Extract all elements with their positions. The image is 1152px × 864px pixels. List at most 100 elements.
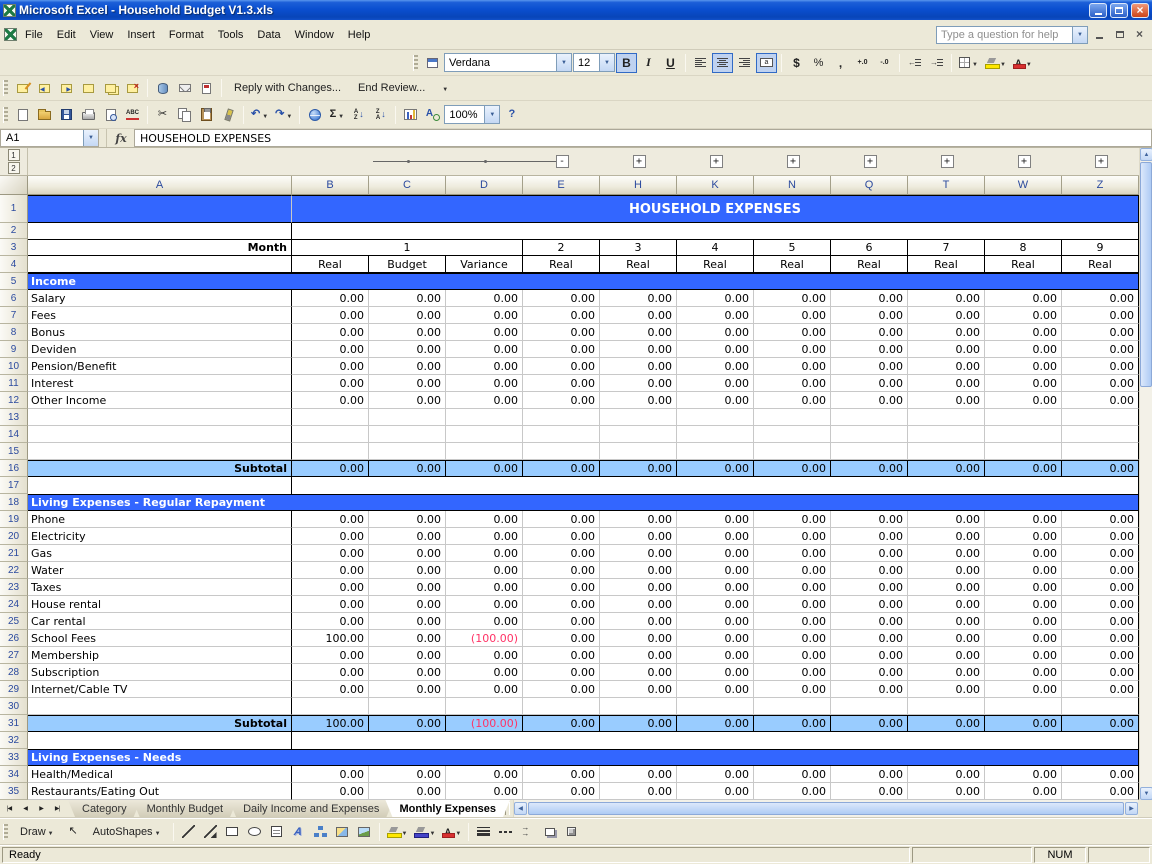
cell-C23[interactable]: 0.00 [369,579,446,596]
month-cell[interactable]: 3 [600,239,677,256]
column-header-K[interactable]: K [677,176,754,195]
cell-N12[interactable]: 0.00 [754,392,831,409]
italic-button[interactable]: I [638,53,659,73]
cell-Q34[interactable]: 0.00 [831,766,908,783]
cell-T15[interactable] [908,443,985,460]
vertical-scroll-track[interactable] [1140,161,1152,787]
cell-B34[interactable]: 0.00 [292,766,369,783]
cell-T8[interactable]: 0.00 [908,324,985,341]
cell-K29[interactable]: 0.00 [677,681,754,698]
borders-button[interactable] [956,53,981,73]
cell-Q15[interactable] [831,443,908,460]
cell-H12[interactable]: 0.00 [600,392,677,409]
cell-B12[interactable]: 0.00 [292,392,369,409]
cell-D14[interactable] [446,426,523,443]
cell-B26[interactable]: 100.00 [292,630,369,647]
cell[interactable] [292,477,1139,494]
cell-E10[interactable]: 0.00 [523,358,600,375]
help-button[interactable]: ? [501,105,522,125]
cell-N35[interactable]: 0.00 [754,783,831,800]
cell-D8[interactable]: 0.00 [446,324,523,341]
cell-Q27[interactable]: 0.00 [831,647,908,664]
cell-B30[interactable] [292,698,369,715]
cell-K12[interactable]: 0.00 [677,392,754,409]
menu-tools[interactable]: Tools [211,25,251,45]
cell-E26[interactable]: 0.00 [523,630,600,647]
cell-D11[interactable]: 0.00 [446,375,523,392]
cell-N34[interactable]: 0.00 [754,766,831,783]
cell-D24[interactable]: 0.00 [446,596,523,613]
chevron-down-icon[interactable] [454,826,461,838]
cell-C29[interactable]: 0.00 [369,681,446,698]
cell-E15[interactable] [523,443,600,460]
cell-Z26[interactable]: 0.00 [1062,630,1139,647]
cell-N23[interactable]: 0.00 [754,579,831,596]
cell-Z12[interactable]: 0.00 [1062,392,1139,409]
scroll-left-button[interactable] [514,802,528,815]
increase-decimal-button[interactable]: +.0 [852,53,873,73]
cell-Z13[interactable] [1062,409,1139,426]
cell-N19[interactable]: 0.00 [754,511,831,528]
column-header-N[interactable]: N [754,176,831,195]
cell-B23[interactable]: 0.00 [292,579,369,596]
chevron-down-icon[interactable] [83,130,98,146]
expand-group-button[interactable]: + [863,155,877,168]
cell-Q30[interactable] [831,698,908,715]
cell-E34[interactable]: 0.00 [523,766,600,783]
cell-H27[interactable]: 0.00 [600,647,677,664]
cell-E13[interactable] [523,409,600,426]
row-label-cell[interactable]: Fees [28,307,292,324]
cell[interactable] [292,223,1139,239]
cell-E12[interactable]: 0.00 [523,392,600,409]
new-workbook-button[interactable] [12,105,33,125]
shape-font-color-button[interactable] [439,822,464,842]
cell-T7[interactable]: 0.00 [908,307,985,324]
cell-Z21[interactable]: 0.00 [1062,545,1139,562]
cell-D15[interactable] [446,443,523,460]
chevron-down-icon[interactable] [1072,26,1087,43]
reply-with-changes-button[interactable]: Reply with Changes... [226,78,349,98]
row-header-34[interactable]: 34 [0,766,28,783]
cell-N29[interactable]: 0.00 [754,681,831,698]
cell-B19[interactable]: 0.00 [292,511,369,528]
cell-C13[interactable] [369,409,446,426]
drawing-toggle-button[interactable] [422,105,443,125]
cell-Q29[interactable]: 0.00 [831,681,908,698]
cell-D10[interactable]: 0.00 [446,358,523,375]
send-mail-button[interactable] [174,78,195,98]
cut-button[interactable]: ✂ [152,105,173,125]
cell-K11[interactable]: 0.00 [677,375,754,392]
cell-W24[interactable]: 0.00 [985,596,1062,613]
cell-D12[interactable]: 0.00 [446,392,523,409]
cell-W7[interactable]: 0.00 [985,307,1062,324]
row-label-cell[interactable]: House rental [28,596,292,613]
cell-E7[interactable]: 0.00 [523,307,600,324]
cell-Q21[interactable]: 0.00 [831,545,908,562]
cell-B29[interactable]: 0.00 [292,681,369,698]
cell-H19[interactable]: 0.00 [600,511,677,528]
cell[interactable] [292,732,1139,749]
cell-K31[interactable]: 0.00 [677,715,754,732]
cell-D21[interactable]: 0.00 [446,545,523,562]
cell-E20[interactable]: 0.00 [523,528,600,545]
cell-Z19[interactable]: 0.00 [1062,511,1139,528]
cell-B10[interactable]: 0.00 [292,358,369,375]
format-painter-button[interactable] [218,105,239,125]
menu-format[interactable]: Format [162,25,211,45]
row-header-33[interactable]: 33 [0,749,28,766]
cell-T6[interactable]: 0.00 [908,290,985,307]
cell-Q35[interactable]: 0.00 [831,783,908,800]
cell-Z29[interactable]: 0.00 [1062,681,1139,698]
sort-ascending-button[interactable]: A Z ↓ [348,105,369,125]
scroll-up-button[interactable] [1140,148,1152,161]
cell-Z27[interactable]: 0.00 [1062,647,1139,664]
row-header-25[interactable]: 25 [0,613,28,630]
cell-W21[interactable]: 0.00 [985,545,1062,562]
undo-button[interactable]: ↶ [248,105,271,125]
dash-style-button[interactable] [495,822,516,842]
row-label-cell[interactable]: Pension/Benefit [28,358,292,375]
cell-D22[interactable]: 0.00 [446,562,523,579]
cell-C30[interactable] [369,698,446,715]
row-label-cell[interactable]: Salary [28,290,292,307]
row-label-cell[interactable]: Electricity [28,528,292,545]
